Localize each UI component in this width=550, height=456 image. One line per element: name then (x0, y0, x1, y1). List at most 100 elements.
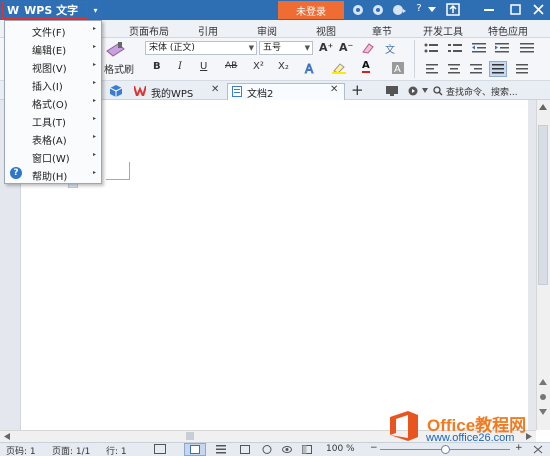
eye-protection-icon[interactable] (282, 445, 292, 454)
char-shading-icon[interactable]: A (392, 62, 404, 74)
align-left-icon[interactable] (426, 64, 438, 74)
subscript-button[interactable]: X₂ (278, 61, 289, 72)
bullet-list-icon[interactable] (424, 43, 438, 53)
font-color-button[interactable]: A (362, 60, 370, 73)
status-page-count: 页面: 1/1 (52, 447, 91, 456)
tab-section[interactable]: 章节 (372, 23, 392, 38)
cube-icon[interactable] (110, 85, 122, 97)
wps-logo-icon: W (7, 3, 20, 17)
justify-icon (492, 64, 504, 74)
distribute-icon[interactable] (516, 64, 528, 74)
format-painter-label[interactable]: 格式刷 (104, 61, 134, 76)
decrease-indent-icon[interactable] (472, 43, 486, 53)
close-icon[interactable]: ✕ (330, 84, 338, 95)
select-browse-object-icon[interactable] (539, 393, 547, 401)
underline-button[interactable]: U (200, 61, 207, 72)
close-icon[interactable] (533, 4, 544, 15)
font-name-select[interactable]: 宋体 (正文) ▼ (145, 41, 257, 55)
share-icon[interactable] (446, 3, 460, 16)
margin-corner-marker (106, 162, 130, 180)
fullscreen-view-icon[interactable] (154, 444, 166, 454)
document-icon (232, 86, 242, 97)
align-right-icon[interactable] (470, 64, 482, 74)
app-menu-dropdown-button[interactable]: ▾ (89, 1, 102, 19)
close-icon[interactable]: ✕ (211, 84, 219, 95)
zoom-out-button[interactable]: − (370, 443, 378, 453)
superscript-button[interactable]: X² (253, 61, 264, 72)
align-center-icon[interactable] (448, 64, 460, 74)
gear-icon[interactable] (372, 4, 384, 16)
menu-item-file[interactable]: 文件(F) ▸ (5, 21, 101, 39)
zoom-slider-thumb[interactable] (441, 445, 450, 454)
sort-icon[interactable] (520, 43, 534, 53)
vertical-scroll-thumb[interactable] (538, 125, 548, 285)
scroll-right-icon[interactable] (526, 433, 532, 440)
tab-special-apps[interactable]: 特色应用 (488, 23, 528, 38)
numbered-list-icon[interactable] (448, 43, 462, 53)
help-icon[interactable]: ? (413, 3, 425, 14)
status-bar: 页码: 1 页面: 1/1 行: 1 100 % − + (0, 442, 550, 456)
reading-view-icon[interactable] (240, 445, 250, 454)
horizontal-scroll-thumb[interactable] (186, 432, 194, 440)
wps-app-button[interactable]: W WPS 文字 (2, 1, 88, 19)
grow-font-button[interactable]: A⁺ (319, 41, 333, 54)
help-icon: ? (10, 167, 22, 179)
font-size-select[interactable]: 五号 ▼ (259, 41, 313, 55)
menu-item-tools[interactable]: 工具(T) ▸ (5, 111, 101, 129)
phonetic-guide-button[interactable]: 文 (385, 41, 395, 56)
shrink-font-button[interactable]: A⁻ (339, 41, 353, 54)
bold-button[interactable]: B (153, 61, 161, 72)
format-painter-icon[interactable] (104, 41, 126, 59)
next-page-icon[interactable] (539, 408, 547, 416)
zoom-in-button[interactable]: + (515, 443, 523, 453)
menu-item-label: 格式(O) (32, 100, 68, 111)
wps-home-icon (134, 86, 146, 96)
clear-format-icon[interactable] (361, 42, 375, 54)
tab-review[interactable]: 审阅 (257, 23, 277, 38)
italic-button[interactable]: I (178, 61, 182, 72)
new-tab-button[interactable]: + (351, 81, 364, 99)
text-effect-icon[interactable]: A (304, 62, 318, 74)
web-view-icon[interactable] (262, 445, 272, 454)
maximize-icon[interactable] (510, 4, 521, 15)
menu-item-view[interactable]: 视图(V) ▸ (5, 57, 101, 75)
tab-references[interactable]: 引用 (198, 23, 218, 38)
tab-developer[interactable]: 开发工具 (423, 23, 463, 38)
toolbar-divider (414, 40, 415, 78)
command-search-input[interactable]: 查找命令、搜索... (433, 84, 550, 98)
skin-icon[interactable] (352, 4, 364, 16)
menu-item-window[interactable]: 窗口(W) ▸ (5, 147, 101, 165)
submenu-arrow-icon: ▸ (92, 25, 96, 32)
increase-indent-icon[interactable] (495, 43, 509, 53)
tab-view[interactable]: 视图 (316, 23, 336, 38)
highlight-icon[interactable] (332, 62, 346, 74)
zoom-level[interactable]: 100 % (326, 444, 355, 454)
scroll-up-icon[interactable] (539, 104, 547, 110)
minimize-icon[interactable] (484, 9, 494, 11)
prev-page-icon[interactable] (539, 378, 547, 386)
tab-page-layout[interactable]: 页面布局 (129, 23, 169, 38)
menu-item-edit[interactable]: 编辑(E) ▸ (5, 39, 101, 57)
home-tab-label[interactable]: 我的WPS (151, 85, 193, 100)
settings-icon[interactable] (392, 4, 406, 16)
active-tab-label[interactable]: 文档2 (247, 85, 273, 100)
fit-window-icon[interactable] (533, 445, 543, 454)
outline-view-icon[interactable] (216, 445, 226, 454)
menu-item-help[interactable]: ? 帮助(H) ▸ (5, 165, 101, 183)
strikethrough-button[interactable]: AB (225, 61, 237, 71)
options-icon[interactable] (428, 7, 436, 13)
chevron-down-icon: ▾ (93, 5, 98, 15)
menu-item-label: 工具(T) (32, 118, 66, 129)
chevron-down-icon[interactable] (422, 88, 428, 94)
menu-item-format[interactable]: 格式(O) ▸ (5, 93, 101, 111)
login-button[interactable]: 未登录 (278, 1, 344, 19)
submenu-arrow-icon: ▸ (92, 133, 96, 140)
menu-item-insert[interactable]: 插入(I) ▸ (5, 75, 101, 93)
record-icon[interactable] (408, 86, 418, 96)
scroll-left-icon[interactable] (4, 433, 10, 440)
active-doc-tab[interactable] (227, 83, 345, 100)
screen-icon[interactable] (386, 86, 398, 96)
menu-item-table[interactable]: 表格(A) ▸ (5, 129, 101, 147)
menu-item-label: 视图(V) (32, 64, 67, 75)
layout-icon[interactable] (302, 445, 312, 454)
